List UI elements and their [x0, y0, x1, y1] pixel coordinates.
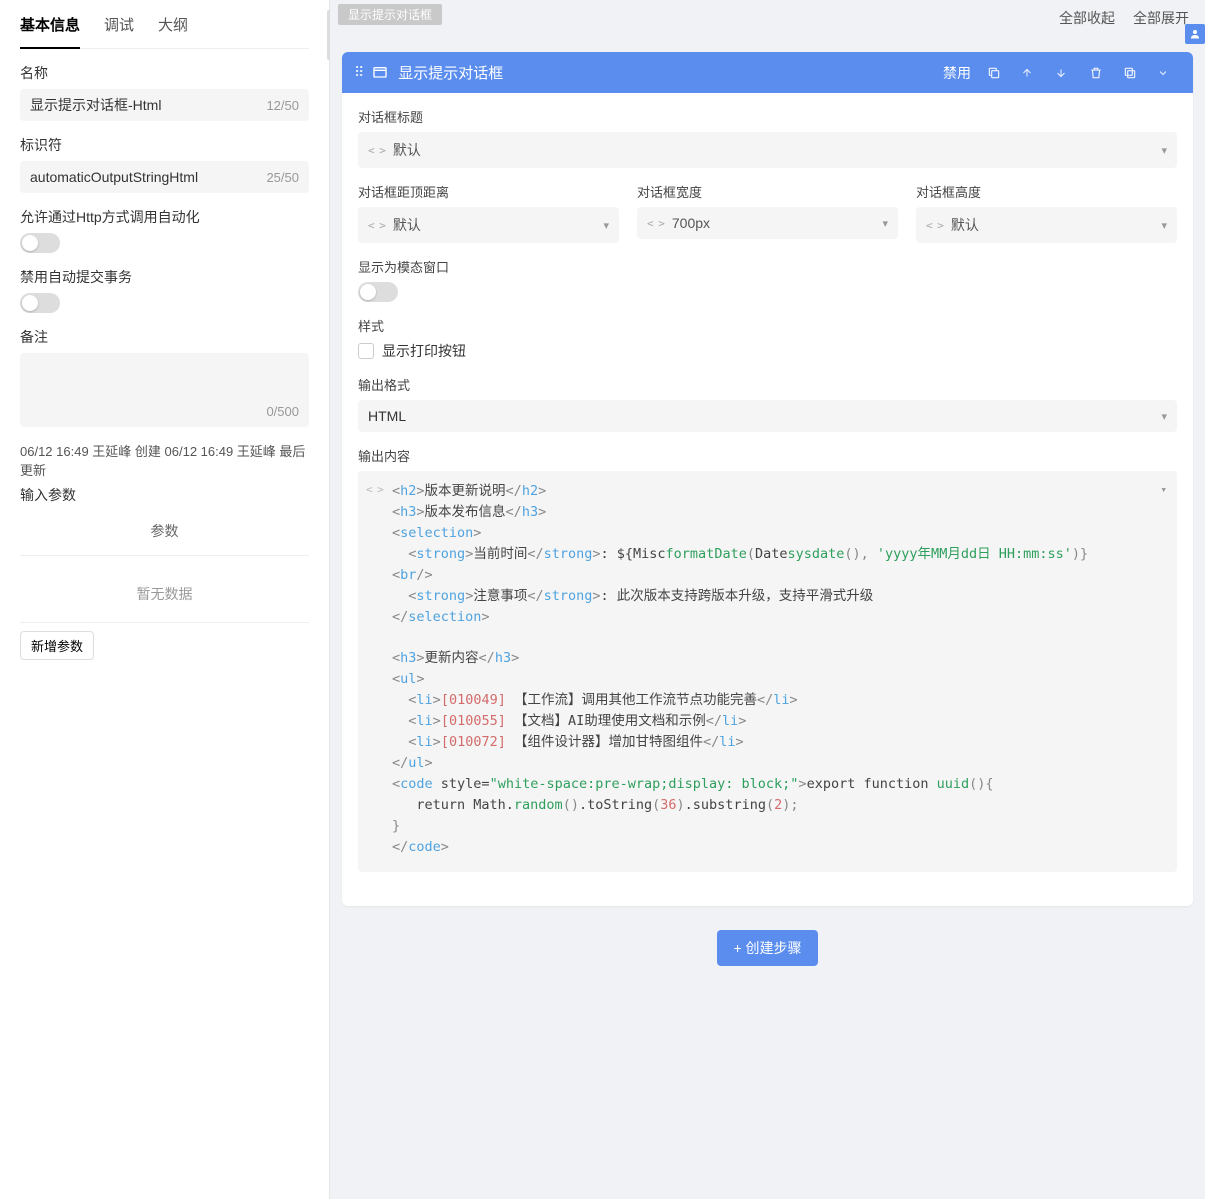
chevron-down-icon: ▾ [1161, 410, 1167, 423]
create-step-button[interactable]: + 创建步骤 [717, 930, 817, 966]
modal-label: 显示为模态窗口 [358, 257, 1177, 276]
chevron-down-icon: ▾ [603, 219, 609, 232]
chevron-down-icon: ▾ [1161, 144, 1167, 157]
width-label: 对话框宽度 [637, 182, 898, 201]
select-value: 700px [672, 215, 875, 231]
chevron-down-icon[interactable]: ▾ [1160, 481, 1167, 498]
ident-counter: 25/50 [266, 170, 299, 185]
no-data: 暂无数据 [20, 564, 309, 614]
step-tag: 显示提示对话框 [338, 4, 442, 25]
input-params-head: 输入参数 [20, 485, 309, 505]
output-content-editor[interactable]: < >▾<h2>版本更新说明</h2> <h3>版本发布信息</h3> <sel… [358, 471, 1177, 872]
step-card: ⠿ 显示提示对话框 禁用 对话框标题 默认 ▾ [342, 52, 1193, 906]
select-value: HTML [368, 408, 1153, 424]
top-dist-select[interactable]: 默认 ▾ [358, 207, 619, 243]
person-badge-icon[interactable] [1185, 24, 1205, 44]
remark-textarea[interactable]: 0/500 [20, 353, 309, 427]
height-label: 对话框高度 [916, 182, 1177, 201]
select-value: 默认 [951, 215, 1154, 235]
meta-info: 06/12 16:49 王延峰 创建 06/12 16:49 王延峰 最后更新 [20, 441, 309, 479]
output-fmt-label: 输出格式 [358, 375, 1177, 394]
disable-tx-switch[interactable] [20, 293, 60, 313]
add-param-button[interactable]: 新增参数 [20, 631, 94, 660]
collapse-all[interactable]: 全部收起 [1059, 8, 1115, 28]
output-content-label: 输出内容 [358, 446, 1177, 465]
expand-all[interactable]: 全部展开 [1133, 8, 1189, 28]
dlg-title-label: 对话框标题 [358, 107, 1177, 126]
style-label: 样式 [358, 316, 1177, 335]
tab-basic[interactable]: 基本信息 [20, 10, 80, 49]
name-input[interactable] [30, 97, 260, 113]
dlg-title-value: 默认 [393, 140, 1154, 160]
print-label: 显示打印按钮 [382, 341, 466, 361]
drag-icon[interactable]: ⠿ [354, 64, 362, 81]
disable-tx-label: 禁用自动提交事务 [20, 267, 309, 287]
chevron-down-icon[interactable] [1157, 67, 1181, 79]
sidebar-tabs: 基本信息 调试 大纲 [20, 10, 309, 49]
code-icon: < > [366, 481, 383, 498]
modal-switch[interactable] [358, 282, 398, 302]
divider [20, 555, 309, 556]
chevron-down-icon: ▾ [882, 217, 888, 230]
print-checkbox[interactable] [358, 343, 374, 359]
remark-label: 备注 [20, 327, 309, 347]
main-panel: 显示提示对话框 全部收起 全部展开 ⠿ 显示提示对话框 禁用 [330, 0, 1205, 1199]
tab-debug[interactable]: 调试 [104, 10, 134, 48]
width-select[interactable]: 700px ▾ [637, 207, 898, 239]
copy-icon[interactable] [987, 66, 1011, 80]
delete-icon[interactable] [1089, 66, 1113, 80]
card-title: 显示提示对话框 [398, 62, 927, 83]
duplicate-icon[interactable] [1123, 66, 1147, 80]
top-dist-label: 对话框距顶距离 [358, 182, 619, 201]
param-col-head: 参数 [20, 515, 309, 547]
move-up-icon[interactable] [1021, 67, 1045, 79]
height-select[interactable]: 默认 ▾ [916, 207, 1177, 243]
move-down-icon[interactable] [1055, 67, 1079, 79]
name-label: 名称 [20, 63, 309, 83]
name-counter: 12/50 [266, 98, 299, 113]
disable-action[interactable]: 禁用 [937, 63, 977, 83]
ident-label: 标识符 [20, 135, 309, 155]
sidebar: 基本信息 调试 大纲 名称 12/50 标识符 25/50 允许通过Http方式… [0, 0, 330, 1199]
chevron-down-icon: ▾ [1161, 219, 1167, 232]
dialog-icon [372, 65, 388, 81]
dlg-title-select[interactable]: 默认 ▾ [358, 132, 1177, 168]
card-header[interactable]: ⠿ 显示提示对话框 禁用 [342, 52, 1193, 93]
select-value: 默认 [393, 215, 596, 235]
output-fmt-select[interactable]: HTML ▾ [358, 400, 1177, 432]
http-label: 允许通过Http方式调用自动化 [20, 207, 309, 227]
divider [20, 622, 309, 623]
http-switch[interactable] [20, 233, 60, 253]
tab-outline[interactable]: 大纲 [158, 10, 188, 48]
remark-counter: 0/500 [266, 404, 299, 419]
ident-input[interactable] [30, 169, 260, 185]
